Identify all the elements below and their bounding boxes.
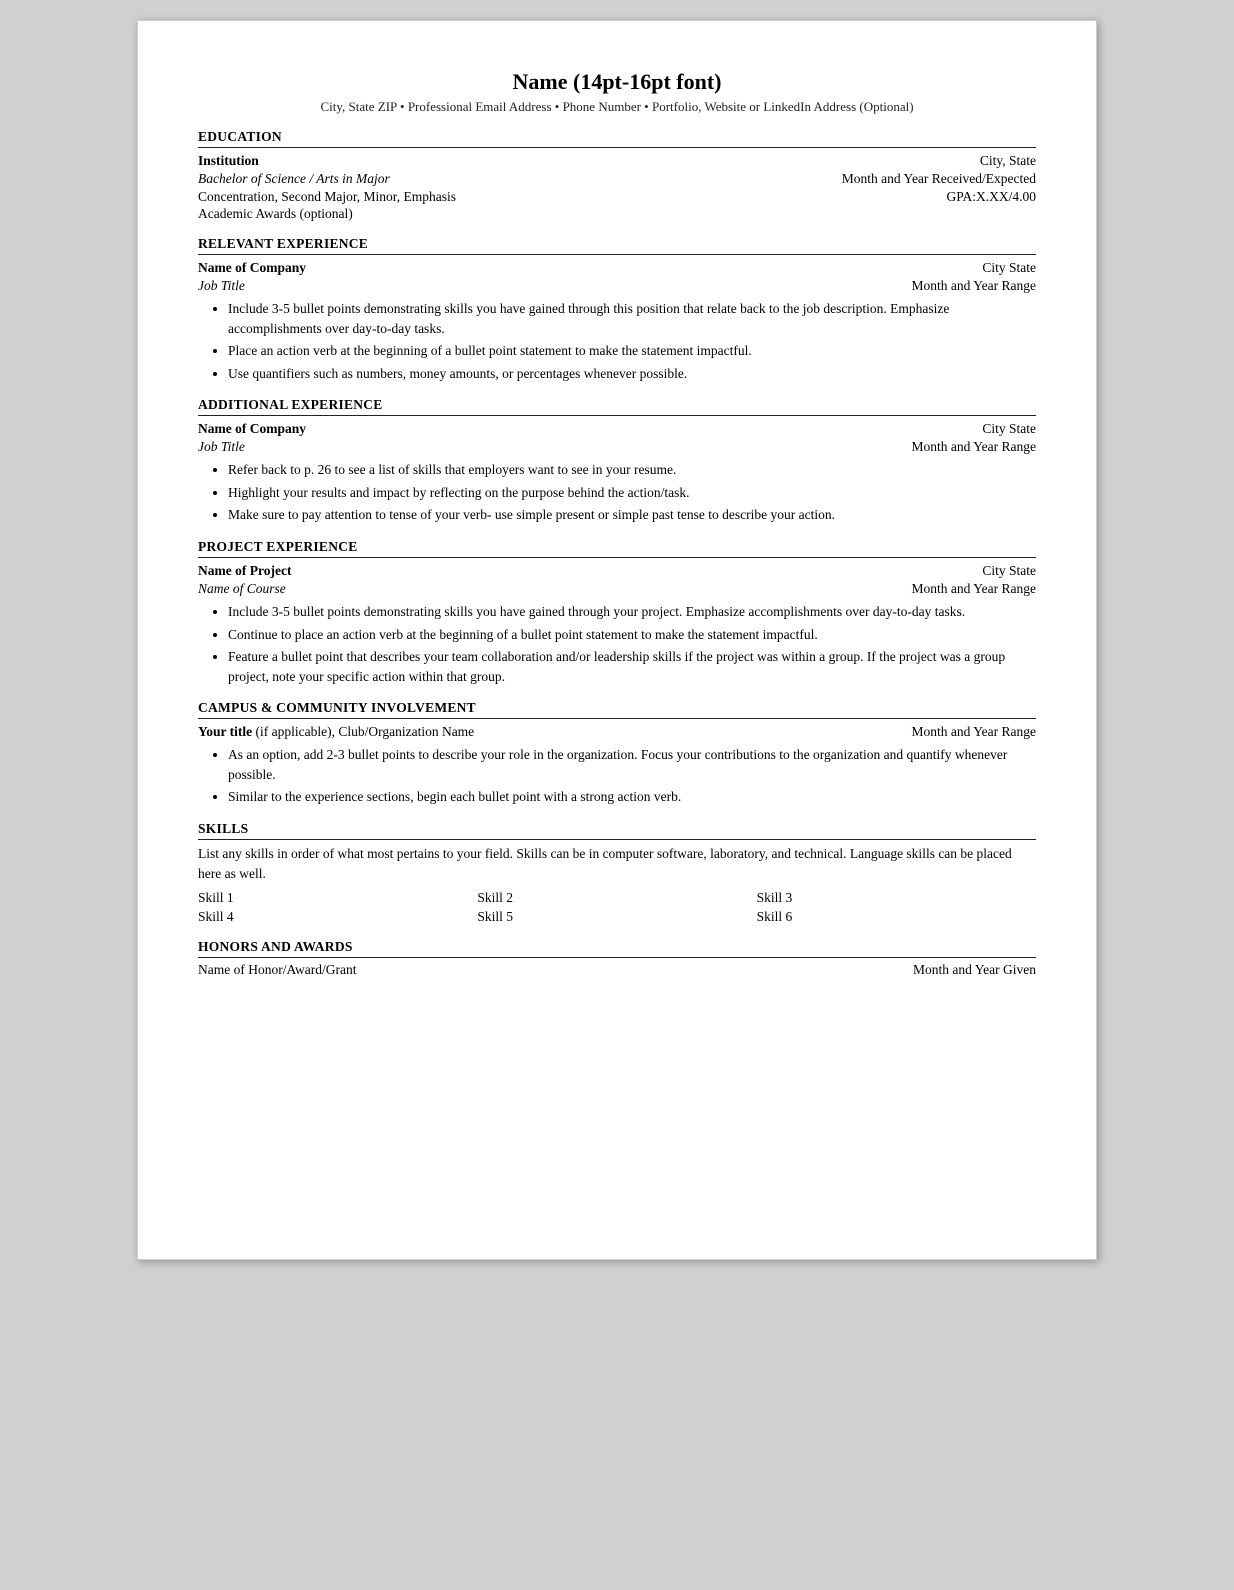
relevant-company-right: City State: [982, 259, 1036, 277]
campus-bullets: As an option, add 2-3 bullet points to d…: [228, 745, 1036, 807]
additional-experience-heading: ADDITIONAL EXPERIENCE: [198, 397, 1036, 416]
list-item: Continue to place an action verb at the …: [228, 625, 1036, 645]
relevant-company-row: Name of Company City State: [198, 259, 1036, 277]
campus-involvement-section: CAMPUS & COMMUNITY INVOLVEMENT Your titl…: [198, 700, 1036, 807]
additional-company-name: Name of Company: [198, 421, 306, 436]
additional-city-state: City State: [982, 421, 1036, 436]
degree-right: Month and Year Received/Expected: [842, 170, 1036, 188]
honor-name: Name of Honor/Award/Grant: [198, 962, 356, 978]
list-item: Refer back to p. 26 to see a list of ski…: [228, 460, 1036, 480]
relevant-experience-section: RELEVANT EXPERIENCE Name of Company City…: [198, 236, 1036, 383]
campus-title-row: Your title (if applicable), Club/Organiz…: [198, 723, 1036, 741]
your-title-bold: Your title: [198, 724, 252, 739]
degree-text: Bachelor of Science / Arts in Major: [198, 171, 390, 186]
list-item: Make sure to pay attention to tense of y…: [228, 505, 1036, 525]
concentration-left: Concentration, Second Major, Minor, Emph…: [198, 188, 930, 206]
skills-section: SKILLS List any skills in order of what …: [198, 821, 1036, 926]
additional-company-row: Name of Company City State: [198, 420, 1036, 438]
skill-3: Skill 3: [757, 890, 1036, 906]
skill-2: Skill 2: [477, 890, 756, 906]
resume-page: Name (14pt-16pt font) City, State ZIP • …: [137, 20, 1097, 1260]
gpa-text: GPA:X.XX/4.00: [946, 189, 1036, 204]
honor-row: Name of Honor/Award/Grant Month and Year…: [198, 962, 1036, 978]
concentration-text: Concentration, Second Major, Minor, Emph…: [198, 189, 456, 204]
honors-heading: HONORS AND AWARDS: [198, 939, 1036, 958]
relevant-company-left: Name of Company: [198, 259, 966, 277]
relevant-job-right: Month and Year Range: [912, 277, 1037, 295]
additional-month-year: Month and Year Range: [912, 439, 1037, 454]
list-item: Similar to the experience sections, begi…: [228, 787, 1036, 807]
skill-5: Skill 5: [477, 909, 756, 925]
education-concentration-row: Concentration, Second Major, Minor, Emph…: [198, 188, 1036, 206]
project-name-right: City State: [982, 562, 1036, 580]
institution-city-state: City, State: [980, 153, 1036, 168]
list-item: Place an action verb at the beginning of…: [228, 341, 1036, 361]
project-course-left: Name of Course: [198, 580, 896, 598]
additional-bullets: Refer back to p. 26 to see a list of ski…: [228, 460, 1036, 525]
skill-4: Skill 4: [198, 909, 477, 925]
list-item: Feature a bullet point that describes yo…: [228, 647, 1036, 686]
project-bullets: Include 3-5 bullet points demonstrating …: [228, 602, 1036, 686]
relevant-job-row: Job Title Month and Year Range: [198, 277, 1036, 295]
academic-awards: Academic Awards (optional): [198, 206, 1036, 222]
campus-title-left: Your title (if applicable), Club/Organiz…: [198, 723, 896, 741]
skills-description: List any skills in order of what most pe…: [198, 844, 1036, 885]
relevant-month-year: Month and Year Range: [912, 278, 1037, 293]
additional-company-right: City State: [982, 420, 1036, 438]
campus-involvement-heading: CAMPUS & COMMUNITY INVOLVEMENT: [198, 700, 1036, 719]
institution-left: Institution: [198, 152, 964, 170]
project-city-state: City State: [982, 563, 1036, 578]
institution-name: Institution: [198, 153, 259, 168]
name-title: Name (14pt-16pt font): [198, 69, 1036, 95]
relevant-bullets: Include 3-5 bullet points demonstrating …: [228, 299, 1036, 383]
campus-month-year: Month and Year Range: [912, 724, 1037, 739]
month-year-received: Month and Year Received/Expected: [842, 171, 1036, 186]
skills-heading: SKILLS: [198, 821, 1036, 840]
project-month-year: Month and Year Range: [912, 581, 1037, 596]
project-experience-heading: PROJECT EXPERIENCE: [198, 539, 1036, 558]
additional-job-left: Job Title: [198, 438, 896, 456]
relevant-experience-heading: RELEVANT EXPERIENCE: [198, 236, 1036, 255]
relevant-job-left: Job Title: [198, 277, 896, 295]
honor-month-year: Month and Year Given: [913, 962, 1036, 978]
project-course-right: Month and Year Range: [912, 580, 1037, 598]
skill-1: Skill 1: [198, 890, 477, 906]
institution-right: City, State: [980, 152, 1036, 170]
relevant-city-state: City State: [982, 260, 1036, 275]
project-experience-section: PROJECT EXPERIENCE Name of Project City …: [198, 539, 1036, 686]
relevant-company-name: Name of Company: [198, 260, 306, 275]
list-item: Include 3-5 bullet points demonstrating …: [228, 602, 1036, 622]
your-title-rest: (if applicable), Club/Organization Name: [252, 724, 474, 739]
relevant-job-title: Job Title: [198, 278, 245, 293]
project-course-name: Name of Course: [198, 581, 286, 596]
education-heading: EDUCATION: [198, 129, 1036, 148]
project-name: Name of Project: [198, 563, 291, 578]
additional-job-right: Month and Year Range: [912, 438, 1037, 456]
honors-section: HONORS AND AWARDS Name of Honor/Award/Gr…: [198, 939, 1036, 978]
list-item: Highlight your results and impact by ref…: [228, 483, 1036, 503]
contact-info: City, State ZIP • Professional Email Add…: [198, 99, 1036, 115]
education-section: EDUCATION Institution City, State Bachel…: [198, 129, 1036, 222]
project-name-left: Name of Project: [198, 562, 966, 580]
list-item: As an option, add 2-3 bullet points to d…: [228, 745, 1036, 784]
project-course-row: Name of Course Month and Year Range: [198, 580, 1036, 598]
education-institution-row: Institution City, State: [198, 152, 1036, 170]
degree-left: Bachelor of Science / Arts in Major: [198, 170, 826, 188]
list-item: Use quantifiers such as numbers, money a…: [228, 364, 1036, 384]
skills-grid: Skill 1 Skill 2 Skill 3 Skill 4 Skill 5 …: [198, 890, 1036, 925]
additional-job-row: Job Title Month and Year Range: [198, 438, 1036, 456]
additional-job-title: Job Title: [198, 439, 245, 454]
list-item: Include 3-5 bullet points demonstrating …: [228, 299, 1036, 338]
gpa-right: GPA:X.XX/4.00: [946, 188, 1036, 206]
project-name-row: Name of Project City State: [198, 562, 1036, 580]
skill-6: Skill 6: [757, 909, 1036, 925]
resume-header: Name (14pt-16pt font) City, State ZIP • …: [198, 69, 1036, 115]
additional-company-left: Name of Company: [198, 420, 966, 438]
campus-title-right: Month and Year Range: [912, 723, 1037, 741]
education-degree-row: Bachelor of Science / Arts in Major Mont…: [198, 170, 1036, 188]
additional-experience-section: ADDITIONAL EXPERIENCE Name of Company Ci…: [198, 397, 1036, 525]
